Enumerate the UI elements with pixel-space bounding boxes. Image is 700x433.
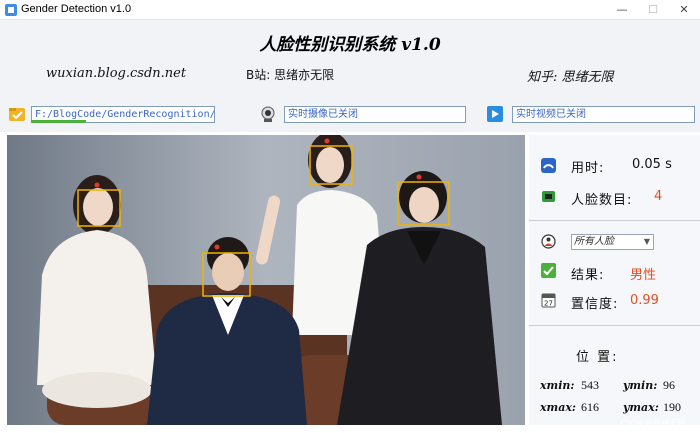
camera-status-field[interactable]: 实时摄像已关闭: [284, 106, 466, 123]
xmax-value: 616: [581, 400, 599, 414]
face-select-value: 所有人脸: [574, 236, 614, 247]
app-icon: [5, 4, 17, 16]
confidence-icon: 27: [541, 293, 556, 308]
time-label: 用时:: [571, 161, 605, 176]
window-title: Gender Detection v1.0: [21, 3, 132, 15]
xmin-value: 543: [581, 378, 599, 392]
video-icon[interactable]: [487, 106, 505, 124]
timer-icon: [541, 158, 556, 173]
svg-text:27: 27: [544, 300, 553, 308]
title-bar: Gender Detection v1.0 — ☐ ✕: [0, 0, 700, 20]
ymin-value: 96: [663, 378, 675, 392]
bilibili-credit: B站: 思绪亦无限: [246, 68, 335, 82]
panel-divider: [529, 220, 700, 221]
app-title: 人脸性别识别系统 v1.0: [259, 35, 441, 55]
position-label: 位 置:: [576, 350, 619, 365]
faces-value: 4: [654, 189, 663, 204]
camera-icon[interactable]: [259, 105, 277, 123]
face-count-icon: [542, 191, 555, 202]
confidence-label: 置信度:: [571, 297, 619, 312]
ymin-label: ymin:: [623, 379, 658, 392]
detection-image: [7, 135, 525, 425]
confidence-value: 0.99: [630, 293, 659, 308]
panel-divider: [529, 325, 700, 326]
header: 人脸性别识别系统 v1.0 wuxian.blog.csdn.net B站: 思…: [0, 20, 700, 132]
watermark: CSDN @思绪无限: [620, 419, 686, 428]
close-button[interactable]: ✕: [666, 0, 700, 20]
blog-link: wuxian.blog.csdn.net: [46, 66, 187, 81]
result-label: 结果:: [571, 268, 605, 283]
open-file-icon[interactable]: [8, 105, 26, 123]
video-status-field[interactable]: 实时视频已关闭: [512, 106, 695, 123]
person-select-icon: [541, 234, 556, 249]
faces-label: 人脸数目:: [571, 193, 633, 208]
chevron-down-icon: ▼: [643, 237, 650, 246]
ymax-value: 190: [663, 400, 681, 414]
zhihu-credit: 知乎: 思绪无限: [527, 70, 614, 85]
result-check-icon: [541, 263, 556, 278]
xmin-label: xmin:: [540, 379, 575, 392]
xmax-label: xmax:: [540, 401, 576, 414]
time-value: 0.05 s: [632, 157, 672, 172]
face-select-dropdown[interactable]: 所有人脸 ▼: [571, 234, 654, 250]
ymax-label: ymax:: [623, 401, 659, 414]
progress-bar: [31, 120, 86, 123]
result-value: 男性: [630, 268, 657, 283]
